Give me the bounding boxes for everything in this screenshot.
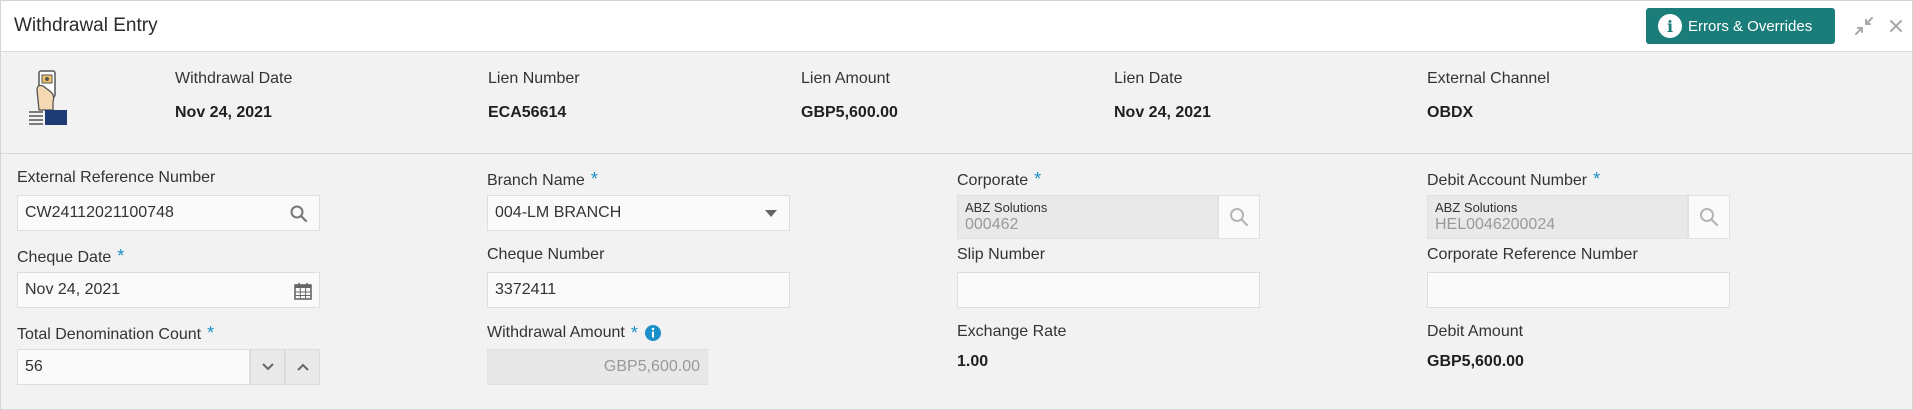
debit-account-lookup-field: ABZ Solutions HEL0046200024 bbox=[1427, 195, 1688, 239]
chevron-up-icon bbox=[296, 363, 309, 371]
total-denomination-value: 56 bbox=[25, 358, 43, 375]
summary-external-channel: External Channel OBDX bbox=[1427, 70, 1550, 122]
debit-amount-label: Debit Amount bbox=[1427, 323, 1524, 340]
withdrawal-amount-value: GBP5,600.00 bbox=[603, 358, 700, 375]
errors-overrides-label: Errors & Overrides bbox=[1688, 17, 1813, 35]
increment-button[interactable] bbox=[285, 349, 320, 385]
external-reference-field: External Reference Number CW241120211007… bbox=[17, 169, 320, 231]
summary-lien-number: Lien Number ECA56614 bbox=[488, 70, 580, 122]
cheque-date-field: Cheque Date * Nov 24, 2021 bbox=[17, 246, 320, 308]
cheque-number-field: Cheque Number 3372411 bbox=[487, 246, 790, 308]
summary-value: GBP5,600.00 bbox=[801, 104, 898, 121]
debit-account-label-row: Debit Account Number * bbox=[1427, 169, 1600, 189]
branch-name-field: Branch Name * 004-LM BRANCH bbox=[487, 169, 790, 231]
required-marker: * bbox=[630, 322, 638, 343]
branch-name-select[interactable]: 004-LM BRANCH bbox=[487, 195, 790, 231]
cheque-number-value: 3372411 bbox=[495, 281, 557, 298]
page-title: Withdrawal Entry bbox=[14, 15, 158, 36]
summary-label: Lien Date bbox=[1114, 70, 1183, 87]
total-denomination-input[interactable]: 56 bbox=[17, 349, 250, 385]
corporate-code: 000462 bbox=[965, 216, 1019, 233]
summary-withdrawal-date: Withdrawal Date Nov 24, 2021 bbox=[175, 70, 292, 122]
cheque-date-input[interactable]: Nov 24, 2021 bbox=[17, 272, 320, 308]
total-denomination-label-row: Total Denomination Count * bbox=[17, 323, 214, 343]
summary-label: Lien Amount bbox=[801, 70, 890, 87]
withdrawal-amount-input: GBP5,600.00 bbox=[487, 349, 708, 385]
total-denomination-label: Total Denomination Count bbox=[17, 326, 202, 343]
info-icon[interactable] bbox=[644, 324, 662, 342]
required-marker: * bbox=[1034, 169, 1042, 189]
slip-number-label: Slip Number bbox=[957, 246, 1046, 263]
minimize-icon[interactable] bbox=[1853, 15, 1875, 37]
slip-number-field: Slip Number bbox=[957, 246, 1260, 308]
search-icon bbox=[1700, 208, 1719, 227]
decrement-button[interactable] bbox=[250, 349, 285, 385]
corporate-lookup-button[interactable] bbox=[1218, 195, 1260, 239]
summary-panel: Withdrawal Date Nov 24, 2021 Lien Number… bbox=[1, 52, 1912, 154]
exchange-rate-label: Exchange Rate bbox=[957, 323, 1067, 340]
corporate-label-row: Corporate * bbox=[957, 169, 1041, 189]
summary-label: Withdrawal Date bbox=[175, 70, 293, 87]
corporate-reference-input[interactable] bbox=[1427, 272, 1730, 308]
branch-name-label: Branch Name bbox=[487, 172, 585, 189]
summary-lien-date: Lien Date Nov 24, 2021 bbox=[1114, 70, 1211, 122]
debit-account-field: Debit Account Number * ABZ Solutions HEL0… bbox=[1427, 169, 1730, 239]
debit-amount-value: GBP5,600.00 bbox=[1427, 353, 1524, 370]
close-icon[interactable] bbox=[1885, 15, 1907, 37]
corporate-label: Corporate bbox=[957, 172, 1029, 189]
corporate-field: Corporate * ABZ Solutions 000462 bbox=[957, 169, 1260, 239]
summary-label: Lien Number bbox=[488, 70, 580, 87]
corporate-lookup-field: ABZ Solutions 000462 bbox=[957, 195, 1218, 239]
cheque-date-label-row: Cheque Date * bbox=[17, 246, 124, 266]
window-header: Withdrawal Entry i Errors & Overrides bbox=[1, 1, 1912, 52]
withdrawal-document-icon bbox=[29, 70, 67, 125]
summary-value: OBDX bbox=[1427, 104, 1474, 121]
debit-amount-field: Debit Amount GBP5,600.00 bbox=[1427, 323, 1524, 370]
withdrawal-entry-window: Withdrawal Entry i Errors & Overrides Wi bbox=[0, 0, 1913, 410]
external-reference-value: CW24112021100748 bbox=[25, 204, 174, 221]
required-marker: * bbox=[590, 169, 598, 189]
required-marker: * bbox=[117, 246, 125, 266]
exchange-rate-field: Exchange Rate 1.00 bbox=[957, 323, 1067, 370]
debit-account-lookup-button[interactable] bbox=[1688, 195, 1730, 239]
withdrawal-amount-label: Withdrawal Amount bbox=[487, 324, 625, 341]
chevron-down-icon bbox=[261, 363, 274, 371]
total-denomination-field: Total Denomination Count * 56 bbox=[17, 323, 320, 385]
branch-name-label-row: Branch Name * bbox=[487, 169, 598, 189]
cheque-number-label: Cheque Number bbox=[487, 246, 605, 263]
info-icon: i bbox=[1658, 14, 1682, 38]
withdrawal-amount-label-row: Withdrawal Amount * bbox=[487, 323, 662, 343]
exchange-rate-value: 1.00 bbox=[957, 353, 989, 370]
summary-lien-amount: Lien Amount GBP5,600.00 bbox=[801, 70, 898, 122]
summary-label: External Channel bbox=[1427, 70, 1550, 87]
summary-value: Nov 24, 2021 bbox=[1114, 104, 1211, 121]
debit-account-label: Debit Account Number bbox=[1427, 172, 1588, 189]
errors-overrides-button[interactable]: i Errors & Overrides bbox=[1646, 8, 1835, 44]
debit-account-code: HEL0046200024 bbox=[1435, 216, 1556, 233]
external-reference-input[interactable]: CW24112021100748 bbox=[17, 195, 320, 231]
required-marker: * bbox=[1593, 169, 1601, 189]
corporate-name: ABZ Solutions bbox=[965, 200, 1048, 215]
chevron-down-icon bbox=[765, 210, 777, 217]
calendar-icon[interactable] bbox=[293, 281, 313, 301]
cheque-date-label: Cheque Date bbox=[17, 249, 112, 266]
branch-name-value: 004-LM BRANCH bbox=[495, 204, 622, 221]
search-icon bbox=[1230, 208, 1249, 227]
summary-value: Nov 24, 2021 bbox=[175, 104, 272, 121]
withdrawal-amount-field: Withdrawal Amount * GBP5,600.00 bbox=[487, 323, 708, 385]
summary-value: ECA56614 bbox=[488, 104, 567, 121]
slip-number-input[interactable] bbox=[957, 272, 1260, 308]
cheque-number-input[interactable]: 3372411 bbox=[487, 272, 790, 308]
external-reference-label: External Reference Number bbox=[17, 169, 216, 186]
search-icon[interactable] bbox=[289, 204, 309, 224]
required-marker: * bbox=[207, 323, 215, 343]
debit-account-name: ABZ Solutions bbox=[1435, 200, 1518, 215]
corporate-reference-field: Corporate Reference Number bbox=[1427, 246, 1730, 308]
corporate-reference-label: Corporate Reference Number bbox=[1427, 246, 1638, 263]
cheque-date-value: Nov 24, 2021 bbox=[25, 281, 121, 298]
